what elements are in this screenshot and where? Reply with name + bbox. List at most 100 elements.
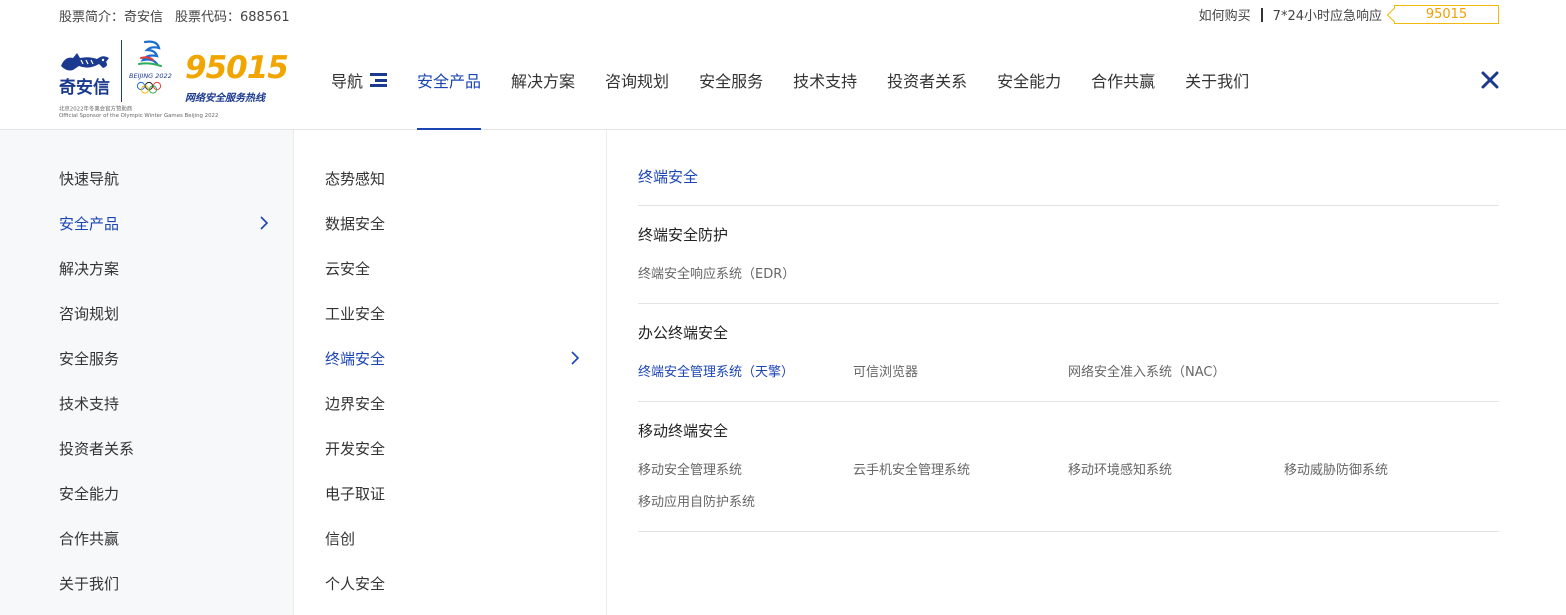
stock-info: 股票简介：奇安信 股票代码：688561: [59, 6, 302, 25]
nav-item-label: 技术支持: [793, 72, 858, 91]
product-link-edr[interactable]: 终端安全响应系统（EDR）: [638, 263, 795, 282]
sponsor-text: 北京2022年冬奥会官方赞助商 Official Sponsor of the …: [59, 106, 218, 119]
menu-item-label: 投资者关系: [59, 439, 135, 458]
menu-item-label: 关于我们: [59, 574, 120, 593]
nav-item-navigation[interactable]: 导航: [316, 30, 402, 130]
menu-item-label: 解决方案: [59, 259, 120, 278]
product-link-tianqing[interactable]: 终端安全管理系统（天擎）: [638, 361, 794, 380]
menu-item-security-products[interactable]: 安全产品: [59, 211, 269, 235]
divider: [638, 401, 1499, 402]
menu-item-tech-support[interactable]: 技术支持: [59, 391, 269, 415]
product-link-cloud-phone[interactable]: 云手机安全管理系统: [853, 459, 970, 478]
menu-item-endpoint-security[interactable]: 终端安全: [325, 346, 580, 370]
emergency-response-link[interactable]: 7*24小时应急响应: [1273, 5, 1382, 24]
stock-code: 股票代码：688561: [175, 10, 290, 25]
menu-item-solutions[interactable]: 解决方案: [59, 256, 269, 280]
tiger-logo-icon: [61, 53, 109, 71]
menu-item-quick-nav[interactable]: 快速导航: [59, 166, 269, 190]
nav-item-tech-support[interactable]: 技术支持: [778, 30, 872, 130]
menu-item-label: 态势感知: [325, 169, 386, 188]
menu-item-label: 开发安全: [325, 439, 386, 458]
beijing-2022-emblem-icon: BEIJING 2022: [129, 40, 172, 94]
site-logo[interactable]: 奇安信 BEIJING 2022 95015 网络安全服务热线 北京2022年冬…: [57, 38, 289, 120]
nav-item-label: 咨询规划: [605, 72, 670, 91]
nav-item-about-us[interactable]: 关于我们: [1170, 30, 1264, 130]
menu-item-label: 技术支持: [59, 394, 120, 413]
menu-item-label: 边界安全: [325, 394, 386, 413]
divider: [638, 205, 1499, 206]
menu-item-dev-security[interactable]: 开发安全: [325, 436, 580, 460]
top-right-links: 如何购买 7*24小时应急响应 95015: [1199, 5, 1499, 24]
beijing-2022-text: BEIJING 2022: [129, 72, 172, 80]
nav-item-security-products[interactable]: 安全产品: [402, 30, 496, 131]
menu-item-boundary-security[interactable]: 边界安全: [325, 391, 580, 415]
nav-item-label: 安全产品: [417, 72, 482, 91]
menu-item-security-capability[interactable]: 安全能力: [59, 481, 269, 505]
menu-level1: 快速导航 安全产品 解决方案 咨询规划 安全服务 技术支持 投资者关系 安全能力…: [0, 130, 293, 615]
hotline-badge[interactable]: 95015: [1394, 5, 1499, 24]
divider: [638, 303, 1499, 304]
product-link-nac[interactable]: 网络安全准入系统（NAC）: [1068, 361, 1225, 380]
menu-item-label: 安全产品: [59, 214, 120, 233]
menu-item-investor-relations[interactable]: 投资者关系: [59, 436, 269, 460]
brand-name: 奇安信: [59, 78, 110, 98]
hotline-logo-label: 网络安全服务热线: [185, 93, 265, 104]
menu-item-security-services[interactable]: 安全服务: [59, 346, 269, 370]
divider: [638, 531, 1499, 532]
nav-item-label: 安全能力: [997, 72, 1062, 91]
product-link-mobile-threat[interactable]: 移动威胁防御系统: [1284, 459, 1388, 478]
close-icon[interactable]: [1478, 68, 1502, 92]
hotline-number: 95015: [1425, 7, 1468, 22]
menu-level2: 态势感知 数据安全 云安全 工业安全 终端安全 边界安全 开发安全 电子取证 信…: [293, 130, 607, 615]
menu-item-label: 个人安全: [325, 574, 386, 593]
how-to-buy-link[interactable]: 如何购买: [1199, 5, 1251, 24]
chevron-right-icon: [571, 351, 580, 365]
logo-divider: [121, 40, 122, 102]
nav-item-partnership[interactable]: 合作共赢: [1076, 30, 1170, 130]
menu-item-label: 工业安全: [325, 304, 386, 323]
nav-item-label: 安全服务: [699, 72, 764, 91]
detail-title-link[interactable]: 终端安全: [638, 166, 698, 187]
menu-item-label: 咨询规划: [59, 304, 120, 323]
menu-item-situational-awareness[interactable]: 态势感知: [325, 166, 580, 190]
nav-item-security-capability[interactable]: 安全能力: [982, 30, 1076, 130]
nav-item-label: 合作共赢: [1091, 72, 1156, 91]
nav-item-label: 关于我们: [1185, 72, 1250, 91]
chevron-right-icon: [260, 216, 269, 230]
menu-item-label: 云安全: [325, 259, 371, 278]
nav-item-consulting[interactable]: 咨询规划: [590, 30, 684, 130]
menu-item-label: 合作共赢: [59, 529, 120, 548]
menu-item-label: 快速导航: [59, 169, 120, 188]
product-link-mobile-env[interactable]: 移动环境感知系统: [1068, 459, 1172, 478]
mega-menu-panel: 快速导航 安全产品 解决方案 咨询规划 安全服务 技术支持 投资者关系 安全能力…: [0, 130, 1566, 615]
menu-item-cloud-security[interactable]: 云安全: [325, 256, 580, 280]
product-link-app-protection[interactable]: 移动应用自防护系统: [638, 491, 755, 510]
nav-item-security-services[interactable]: 安全服务: [684, 30, 778, 130]
stock-intro: 股票简介：奇安信: [59, 10, 164, 25]
nav-item-solutions[interactable]: 解决方案: [496, 30, 590, 130]
nav-item-label: 投资者关系: [887, 72, 968, 91]
main-nav: 导航 安全产品 解决方案 咨询规划 安全服务 技术支持 投资者关系 安全能力 合…: [316, 30, 1264, 131]
menu-item-partnership[interactable]: 合作共赢: [59, 526, 269, 550]
group-title: 移动终端安全: [638, 422, 729, 440]
top-info-bar: 股票简介：奇安信 股票代码：688561 如何购买 7*24小时应急响应 9501…: [0, 0, 1566, 30]
hotline-logo-number: 95015: [185, 50, 289, 86]
menu-item-xinchuang[interactable]: 信创: [325, 526, 580, 550]
menu-item-consulting[interactable]: 咨询规划: [59, 301, 269, 325]
product-detail-panel: 终端安全 终端安全防护 终端安全响应系统（EDR） 办公终端安全 终端安全管理系…: [607, 130, 1566, 615]
nav-item-label: 解决方案: [511, 72, 576, 91]
menu-item-industrial-security[interactable]: 工业安全: [325, 301, 580, 325]
site-header: 奇安信 BEIJING 2022 95015 网络安全服务热线 北京2022年冬…: [0, 30, 1566, 131]
menu-item-label: 数据安全: [325, 214, 386, 233]
product-link-trusted-browser[interactable]: 可信浏览器: [853, 361, 918, 380]
nav-item-investor-relations[interactable]: 投资者关系: [872, 30, 982, 130]
menu-item-forensics[interactable]: 电子取证: [325, 481, 580, 505]
menu-item-label: 电子取证: [325, 484, 386, 503]
group-title: 办公终端安全: [638, 324, 729, 342]
nav-item-label: 导航: [331, 72, 364, 91]
menu-item-data-security[interactable]: 数据安全: [325, 211, 580, 235]
sponsor-en: Official Sponsor of the Olympic Winter G…: [59, 112, 219, 119]
product-link-mobile-mgmt[interactable]: 移动安全管理系统: [638, 459, 742, 478]
menu-item-personal-security[interactable]: 个人安全: [325, 571, 580, 595]
menu-item-about-us[interactable]: 关于我们: [59, 571, 269, 595]
